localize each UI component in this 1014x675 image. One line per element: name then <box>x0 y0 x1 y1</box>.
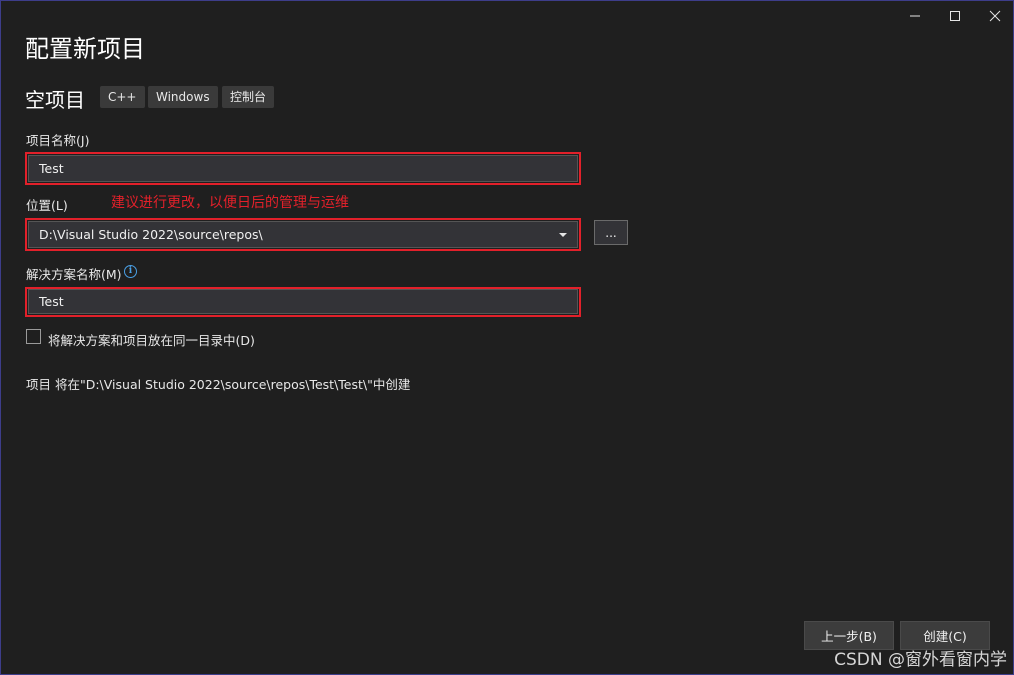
chevron-down-icon[interactable] <box>559 232 567 238</box>
maximize-icon <box>950 11 960 21</box>
same-directory-checkbox[interactable] <box>26 329 41 344</box>
template-name: 空项目 <box>25 88 85 112</box>
minimize-icon <box>910 15 920 17</box>
watermark: CSDN @窗外看窗内学 <box>834 650 1007 670</box>
info-icon[interactable]: i <box>124 265 137 278</box>
creation-path-summary: 项目 将在"D:\Visual Studio 2022\source\repos… <box>26 377 411 392</box>
close-button[interactable] <box>972 1 1014 31</box>
solution-name-input[interactable]: Test <box>28 289 578 314</box>
tag-console: 控制台 <box>222 86 275 108</box>
project-name-value: Test <box>39 161 64 176</box>
browse-button[interactable]: ... <box>594 220 628 245</box>
page-title: 配置新项目 <box>25 35 145 63</box>
create-button-label: 创建(C) <box>923 629 967 644</box>
same-directory-label[interactable]: 将解决方案和项目放在同一目录中(D) <box>48 330 255 349</box>
back-button-label: 上一步(B) <box>821 629 877 644</box>
solution-name-value: Test <box>39 294 64 309</box>
annotation-text: 建议进行更改，以便日后的管理与运维 <box>111 195 349 211</box>
tag-cpp: C++ <box>100 86 145 108</box>
location-label: 位置(L) <box>26 198 68 213</box>
location-combobox[interactable]: D:\Visual Studio 2022\source\repos\ <box>28 221 578 248</box>
project-name-label: 项目名称(J) <box>26 133 90 148</box>
close-icon <box>989 10 1001 22</box>
solution-name-label: 解决方案名称(M) <box>26 267 122 282</box>
project-name-input[interactable]: Test <box>28 155 578 182</box>
location-value: D:\Visual Studio 2022\source\repos\ <box>39 227 263 242</box>
tag-windows: Windows <box>148 86 218 108</box>
